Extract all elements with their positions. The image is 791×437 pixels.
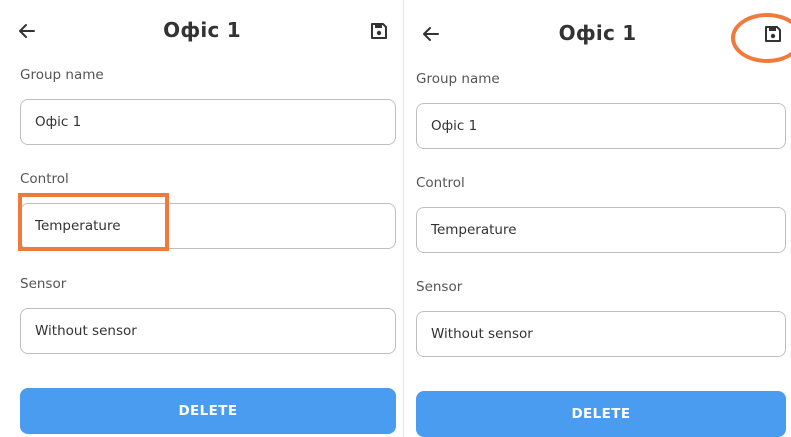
right-screen: Офіс 1 Group name Офіс 1 Control Tempera…: [404, 0, 791, 437]
sensor-value: Without sensor: [431, 326, 533, 342]
group-name-field[interactable]: Офіс 1: [20, 99, 396, 145]
save-button[interactable]: [760, 21, 786, 47]
page-title: Офіс 1: [558, 21, 637, 45]
control-label: Control: [20, 171, 69, 187]
control-value: Temperature: [431, 222, 517, 238]
group-name-label: Group name: [20, 67, 104, 83]
floppy-disk-icon: [765, 26, 781, 42]
group-name-value: Офіс 1: [35, 114, 82, 130]
left-screen: Офіс 1 Group name Офіс 1 Control Tempera…: [0, 0, 404, 437]
control-label: Control: [416, 175, 465, 191]
control-field[interactable]: Temperature: [416, 207, 786, 253]
control-value: Temperature: [35, 218, 121, 234]
sensor-field[interactable]: Without sensor: [416, 311, 786, 357]
group-name-value: Офіс 1: [431, 118, 478, 134]
app-bar: Офіс 1: [0, 12, 404, 52]
sensor-label: Sensor: [20, 276, 67, 292]
app-bar: Офіс 1: [404, 15, 791, 55]
sensor-field[interactable]: Without sensor: [20, 308, 396, 354]
save-button[interactable]: [366, 18, 392, 44]
group-name-label: Group name: [416, 71, 500, 87]
delete-button[interactable]: DELETE: [416, 391, 786, 437]
page-title: Офіс 1: [163, 18, 241, 42]
floppy-disk-icon: [371, 23, 387, 39]
sensor-value: Without sensor: [35, 323, 137, 339]
group-name-field[interactable]: Офіс 1: [416, 103, 786, 149]
screenshot-comparison: Офіс 1 Group name Офіс 1 Control Tempera…: [0, 0, 791, 437]
control-field[interactable]: Temperature: [20, 203, 396, 249]
delete-button[interactable]: DELETE: [20, 388, 396, 434]
sensor-label: Sensor: [416, 279, 463, 295]
